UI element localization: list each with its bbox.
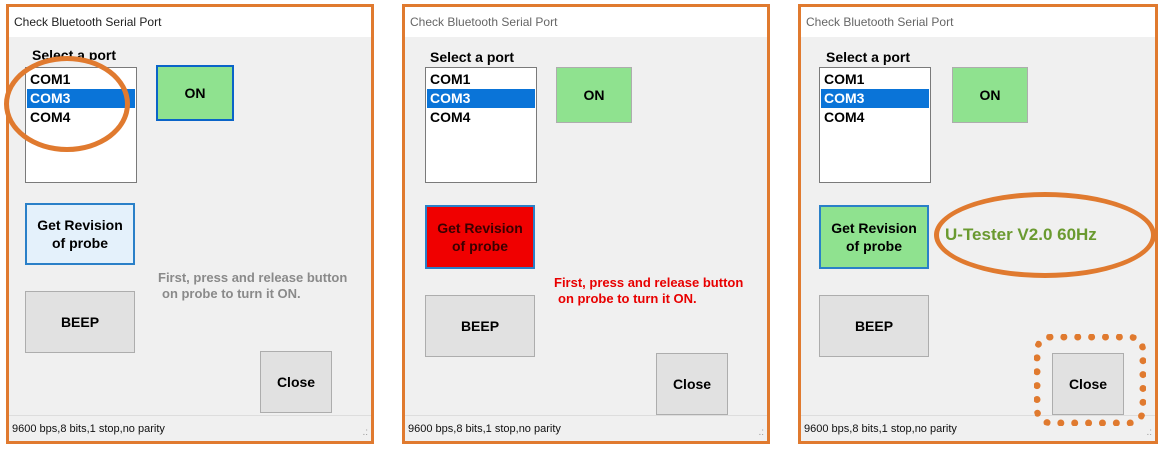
status-bar: 9600 bps,8 bits,1 stop,no parity bbox=[9, 415, 371, 441]
window-title: Check Bluetooth Serial Port bbox=[405, 7, 767, 37]
close-button[interactable]: Close bbox=[260, 351, 332, 413]
window-title: Check Bluetooth Serial Port bbox=[801, 7, 1155, 37]
get-revision-label-line1: Get Revision bbox=[831, 220, 917, 236]
port-item-com4[interactable]: COM4 bbox=[821, 108, 929, 127]
port-item-com4[interactable]: COM4 bbox=[27, 108, 135, 127]
select-port-label: Select a port bbox=[826, 49, 911, 65]
resize-grip-icon[interactable]: .: bbox=[758, 428, 764, 438]
get-revision-label-line2: of probe bbox=[452, 238, 508, 254]
port-item-com1[interactable]: COM1 bbox=[27, 70, 135, 89]
close-button[interactable]: Close bbox=[656, 353, 728, 415]
beep-button[interactable]: BEEP bbox=[425, 295, 535, 357]
port-listbox[interactable]: COM1 COM3 COM4 bbox=[25, 67, 137, 183]
port-item-com1[interactable]: COM1 bbox=[427, 70, 535, 89]
dialog-panel-3: Check Bluetooth Serial Port Select a por… bbox=[798, 4, 1158, 444]
select-port-label: Select a port bbox=[430, 49, 515, 65]
firmware-version-text: U-Tester V2.0 60Hz bbox=[945, 225, 1097, 244]
get-revision-label-line2: of probe bbox=[52, 235, 108, 251]
on-button[interactable]: ON bbox=[156, 65, 234, 121]
get-revision-button[interactable]: Get Revision of probe bbox=[819, 205, 929, 269]
get-revision-label-line1: Get Revision bbox=[37, 217, 123, 233]
port-listbox[interactable]: COM1 COM3 COM4 bbox=[425, 67, 537, 183]
instruction-line2: on probe to turn it ON. bbox=[558, 291, 697, 306]
dialog-panel-2: Check Bluetooth Serial Port Select a por… bbox=[402, 4, 770, 444]
beep-button[interactable]: BEEP bbox=[25, 291, 135, 353]
dialog-panel-1: Check Bluetooth Serial Port Select a por… bbox=[6, 4, 374, 444]
instruction-line1: First, press and release button bbox=[158, 270, 348, 285]
port-item-com1[interactable]: COM1 bbox=[821, 70, 929, 89]
beep-button[interactable]: BEEP bbox=[819, 295, 929, 357]
resize-grip-icon[interactable]: .: bbox=[362, 428, 368, 438]
port-listbox[interactable]: COM1 COM3 COM4 bbox=[819, 67, 931, 183]
status-bar: 9600 bps,8 bits,1 stop,no parity bbox=[801, 415, 1155, 441]
get-revision-button[interactable]: Get Revision of probe bbox=[425, 205, 535, 269]
instruction-message: First, press and release button on probe… bbox=[158, 270, 347, 302]
on-button[interactable]: ON bbox=[556, 67, 632, 123]
get-revision-button[interactable]: Get Revision of probe bbox=[25, 203, 135, 265]
port-item-com3[interactable]: COM3 bbox=[427, 89, 535, 108]
get-revision-label-line2: of probe bbox=[846, 238, 902, 254]
close-button[interactable]: Close bbox=[1052, 353, 1124, 415]
port-item-com3[interactable]: COM3 bbox=[27, 89, 135, 108]
window-title: Check Bluetooth Serial Port bbox=[9, 7, 371, 37]
get-revision-label-line1: Get Revision bbox=[437, 220, 523, 236]
status-bar: 9600 bps,8 bits,1 stop,no parity bbox=[405, 415, 767, 441]
select-port-label: Select a port bbox=[32, 47, 117, 63]
port-item-com3[interactable]: COM3 bbox=[821, 89, 929, 108]
instruction-line1: First, press and release button bbox=[554, 275, 744, 290]
instruction-line2: on probe to turn it ON. bbox=[162, 286, 301, 301]
port-item-com4[interactable]: COM4 bbox=[427, 108, 535, 127]
resize-grip-icon[interactable]: .: bbox=[1146, 428, 1152, 438]
on-button[interactable]: ON bbox=[952, 67, 1028, 123]
instruction-message: First, press and release button on probe… bbox=[554, 275, 743, 307]
